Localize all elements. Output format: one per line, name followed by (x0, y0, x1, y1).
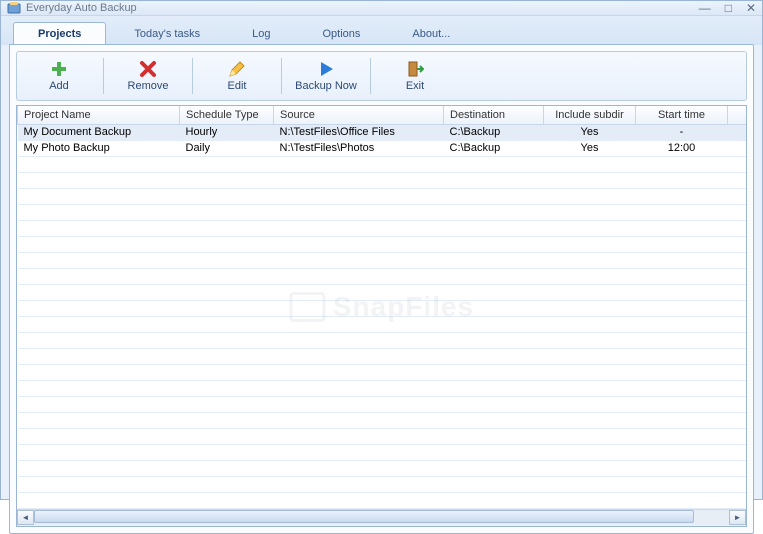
add-button[interactable]: Add (19, 54, 99, 98)
empty-row (18, 316, 747, 332)
cross-icon (139, 60, 157, 78)
table-cell: Old (728, 140, 747, 156)
column-header[interactable]: Overwrite (728, 106, 747, 124)
empty-row (18, 396, 747, 412)
horizontal-scrollbar[interactable]: ◄ ► (17, 509, 746, 526)
empty-row (18, 284, 747, 300)
table-cell: N:\TestFiles\Office Files (274, 124, 444, 140)
table-cell: Yes (544, 124, 636, 140)
app-window: Everyday Auto Backup — □ ✕ ProjectsToday… (0, 0, 763, 500)
empty-row (18, 476, 747, 492)
edit-label: Edit (228, 80, 247, 92)
table-cell: Yes (544, 140, 636, 156)
edit-button[interactable]: Edit (197, 54, 277, 98)
door-icon (406, 60, 424, 78)
empty-row (18, 412, 747, 428)
app-icon (7, 1, 21, 15)
toolbar-separator (103, 58, 104, 94)
table-cell: Old (728, 124, 747, 140)
exit-button[interactable]: Exit (375, 54, 455, 98)
tab-projects[interactable]: Projects (13, 22, 106, 45)
column-header[interactable]: Destination (444, 106, 544, 124)
minimize-button[interactable]: — (699, 1, 711, 15)
table-cell: C:\Backup (444, 140, 544, 156)
empty-row (18, 268, 747, 284)
tab-bar: ProjectsToday's tasksLogOptionsAbout... (1, 16, 762, 45)
table-cell: 12:00 (636, 140, 728, 156)
tab-about[interactable]: About... (388, 23, 474, 45)
empty-row (18, 172, 747, 188)
empty-row (18, 428, 747, 444)
backup-now-label: Backup Now (295, 80, 357, 92)
table-cell: Daily (180, 140, 274, 156)
empty-row (18, 204, 747, 220)
empty-row (18, 156, 747, 172)
column-header[interactable]: Schedule Type (180, 106, 274, 124)
column-header[interactable]: Start time (636, 106, 728, 124)
exit-label: Exit (406, 80, 424, 92)
toolbar: Add Remove Edit Backup Now Exit (16, 51, 747, 101)
close-button[interactable]: ✕ (746, 1, 756, 15)
remove-button[interactable]: Remove (108, 54, 188, 98)
tab-today-s-tasks[interactable]: Today's tasks (110, 23, 224, 45)
grid-header-row: Project NameSchedule TypeSourceDestinati… (18, 106, 747, 124)
empty-row (18, 460, 747, 476)
empty-row (18, 444, 747, 460)
empty-row (18, 380, 747, 396)
play-icon (317, 60, 335, 78)
table-cell: My Document Backup (18, 124, 180, 140)
scroll-right-button[interactable]: ► (729, 510, 746, 525)
table-cell: - (636, 124, 728, 140)
column-header[interactable]: Include subdir (544, 106, 636, 124)
add-label: Add (49, 80, 69, 92)
backup-now-button[interactable]: Backup Now (286, 54, 366, 98)
empty-row (18, 300, 747, 316)
table-cell: Hourly (180, 124, 274, 140)
table-row[interactable]: My Photo BackupDailyN:\TestFiles\PhotosC… (18, 140, 747, 156)
plus-icon (50, 60, 68, 78)
empty-row (18, 220, 747, 236)
remove-label: Remove (128, 80, 169, 92)
tab-options[interactable]: Options (298, 23, 384, 45)
maximize-button[interactable]: □ (725, 1, 732, 15)
grid-body: Project NameSchedule TypeSourceDestinati… (17, 106, 746, 509)
empty-row (18, 332, 747, 348)
table-row[interactable]: My Document BackupHourlyN:\TestFiles\Off… (18, 124, 747, 140)
toolbar-separator (370, 58, 371, 94)
scroll-thumb[interactable] (34, 510, 694, 523)
scroll-track[interactable] (34, 510, 729, 525)
toolbar-separator (281, 58, 282, 94)
empty-row (18, 236, 747, 252)
pencil-icon (228, 60, 246, 78)
empty-row (18, 492, 747, 508)
grid-table: Project NameSchedule TypeSourceDestinati… (17, 106, 746, 509)
scroll-left-button[interactable]: ◄ (17, 510, 34, 525)
table-cell: C:\Backup (444, 124, 544, 140)
window-title: Everyday Auto Backup (26, 2, 699, 14)
toolbar-separator (192, 58, 193, 94)
tab-log[interactable]: Log (228, 23, 294, 45)
table-cell: N:\TestFiles\Photos (274, 140, 444, 156)
titlebar: Everyday Auto Backup — □ ✕ (1, 1, 762, 16)
empty-row (18, 252, 747, 268)
empty-row (18, 348, 747, 364)
content-frame: Add Remove Edit Backup Now Exit Project Name… (9, 44, 754, 534)
empty-row (18, 188, 747, 204)
grid-tbody: My Document BackupHourlyN:\TestFiles\Off… (18, 124, 747, 508)
window-controls: — □ ✕ (699, 1, 756, 15)
column-header[interactable]: Project Name (18, 106, 180, 124)
table-cell: My Photo Backup (18, 140, 180, 156)
project-grid: Project NameSchedule TypeSourceDestinati… (16, 105, 747, 527)
empty-row (18, 364, 747, 380)
column-header[interactable]: Source (274, 106, 444, 124)
